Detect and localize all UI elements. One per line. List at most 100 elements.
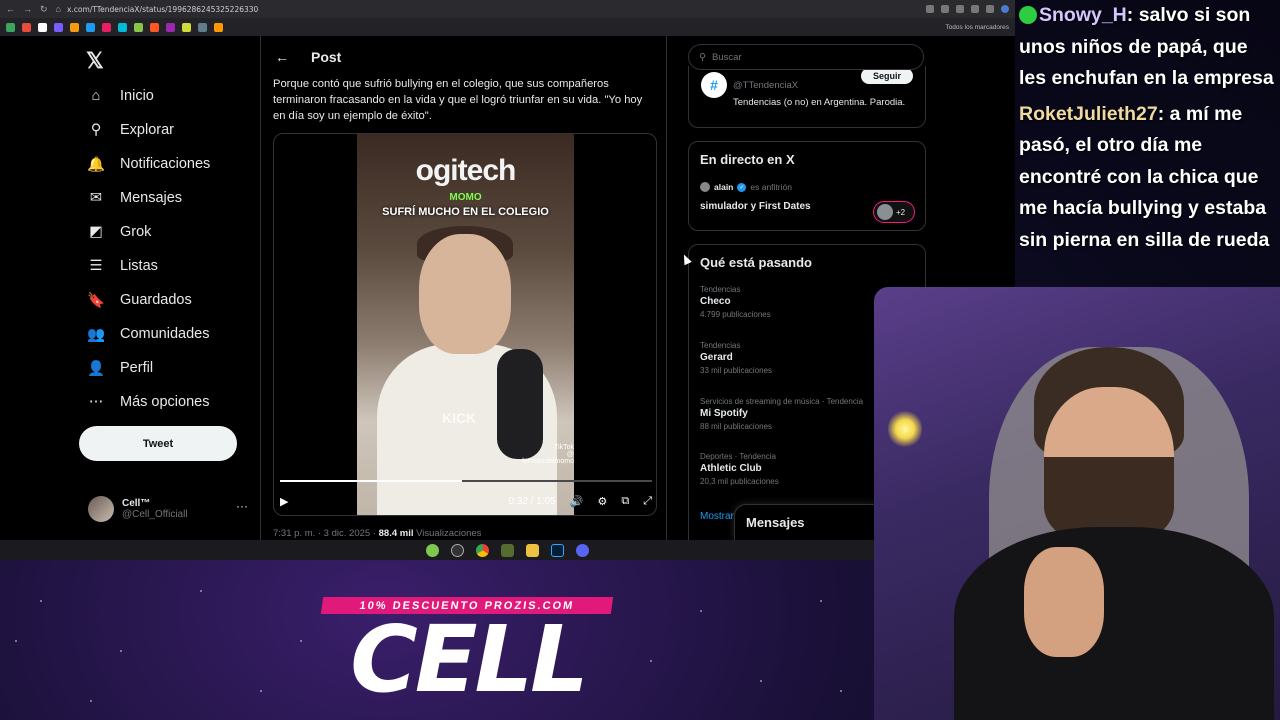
tiktok-handle: @ lomejordelmomo bbox=[522, 451, 574, 465]
address-bar[interactable]: x.com/TTendenciaX/status/199628624532522… bbox=[67, 5, 920, 14]
zoom-icon[interactable] bbox=[926, 5, 934, 13]
bookmark-icon[interactable] bbox=[22, 22, 31, 32]
host-suffix: es anfitrión bbox=[750, 182, 792, 192]
sidebar-item-bookmarks[interactable]: 🔖 Guardados bbox=[86, 285, 192, 315]
bookmark-icon[interactable] bbox=[198, 22, 207, 32]
more-icon[interactable]: ··· bbox=[236, 499, 248, 513]
back-arrow-icon[interactable]: ← bbox=[275, 49, 289, 65]
bookmark-icon[interactable] bbox=[166, 22, 175, 32]
app-icon[interactable] bbox=[501, 543, 514, 557]
star-icon[interactable] bbox=[956, 5, 964, 13]
host-name: alain bbox=[714, 182, 734, 192]
bookmark-icon[interactable] bbox=[86, 22, 95, 32]
bookmark-icon[interactable] bbox=[70, 22, 79, 32]
video-progress-fill bbox=[280, 480, 463, 482]
bookmark-icon[interactable] bbox=[118, 22, 127, 32]
trend-item[interactable]: Deportes · Tendencia Athletic Club 20,3 … bbox=[700, 452, 779, 486]
chat-message: RoketJulieth27: a mí me pasó, el otro dí… bbox=[1019, 99, 1276, 257]
sidebar-item-grok[interactable]: ◩ Grok bbox=[86, 217, 151, 247]
trend-item[interactable]: Servicios de streaming de música · Tende… bbox=[700, 397, 863, 431]
sidebar-item-profile[interactable]: 👤 Perfil bbox=[86, 353, 153, 383]
photoshop-icon[interactable] bbox=[551, 543, 564, 557]
forward-icon[interactable]: → bbox=[23, 4, 32, 15]
tiktok-watermark: TikTok @ lomejordelmomo bbox=[517, 444, 574, 465]
browser-nav: ← → ↻ ⌂ bbox=[6, 4, 61, 15]
trend-name: Athletic Club bbox=[700, 463, 762, 474]
chat-username[interactable]: RoketJulieth27 bbox=[1019, 103, 1158, 125]
reload-icon[interactable]: ↻ bbox=[40, 4, 48, 15]
bookmark-icon[interactable] bbox=[102, 22, 111, 32]
space-listeners-badge[interactable]: +2 bbox=[873, 201, 915, 223]
search-icon: ⚲ bbox=[90, 122, 102, 138]
messages-dock[interactable]: Mensajes bbox=[734, 504, 884, 540]
video-controls: ▶ 0:32 / 1:05 🔊 ⚙ ⧉ ⤢ bbox=[280, 492, 652, 510]
bookmark-icon[interactable] bbox=[6, 22, 15, 32]
logitech-sign: ogitech bbox=[415, 154, 517, 187]
chat-username[interactable]: Snowy_H bbox=[1039, 4, 1127, 26]
trend-item[interactable]: Tendencias Checo 4.799 publicaciones bbox=[700, 285, 771, 319]
video-player[interactable]: ogitech MOMO SUFRÍ MUCHO EN EL COLEGIO K… bbox=[273, 133, 657, 516]
fullscreen-icon[interactable]: ⤢ bbox=[643, 495, 652, 508]
home-icon: ⌂ bbox=[91, 88, 101, 104]
sidebar-item-label: Perfil bbox=[120, 360, 154, 376]
streamer-logo: CELL bbox=[350, 606, 589, 713]
profile-icon[interactable] bbox=[1001, 5, 1009, 13]
webcam-feed bbox=[874, 287, 1280, 720]
show-more-link[interactable]: Mostrar bbox=[700, 511, 734, 522]
app-icon[interactable] bbox=[426, 543, 439, 557]
sidebar-item-lists[interactable]: ☰ Listas bbox=[86, 251, 158, 281]
bookmark-icon[interactable] bbox=[54, 22, 63, 32]
settings-icon[interactable]: ⚙ bbox=[597, 495, 607, 508]
pip-icon[interactable]: ⧉ bbox=[621, 495, 629, 508]
video-frame: ogitech MOMO SUFRÍ MUCHO EN EL COLEGIO K… bbox=[357, 134, 574, 515]
sidebar-item-communities[interactable]: 👥 Comunidades bbox=[86, 319, 210, 349]
profile-handle[interactable]: @TTendenciaX bbox=[733, 80, 798, 91]
hashtag-avatar-icon[interactable]: # bbox=[701, 72, 727, 98]
sidebar-item-more[interactable]: ⋯ Más opciones bbox=[86, 387, 210, 417]
post-timestamp[interactable]: 7:31 p. m. · 3 dic. 2025 · bbox=[273, 528, 376, 539]
video-progress-bar[interactable] bbox=[280, 480, 652, 482]
bookmark-icon[interactable] bbox=[134, 22, 143, 32]
sidebar-item-messages[interactable]: ✉ Mensajes bbox=[86, 183, 182, 213]
sidebar-item-explore[interactable]: ⚲ Explorar bbox=[86, 115, 174, 145]
volume-icon[interactable]: 🔊 bbox=[570, 495, 584, 508]
search-input[interactable]: ⚲ Buscar bbox=[688, 44, 924, 70]
share-icon[interactable] bbox=[941, 5, 949, 13]
folder-icon[interactable] bbox=[526, 543, 539, 557]
account-switcher[interactable]: Cell™ @Cell_Officiall ··· bbox=[88, 491, 248, 527]
kick-watermark: KICK bbox=[442, 410, 477, 426]
home-icon[interactable]: ⌂ bbox=[56, 4, 61, 15]
extension-icon[interactable] bbox=[971, 5, 979, 13]
bookmark-icon[interactable] bbox=[182, 22, 191, 32]
trend-item[interactable]: Tendencias Gerard 33 mil publicaciones bbox=[700, 341, 772, 375]
sidebar-item-notifications[interactable]: 🔔 Notificaciones bbox=[86, 149, 210, 179]
play-icon[interactable]: ▶ bbox=[280, 495, 288, 508]
streamer-hand bbox=[1024, 547, 1104, 657]
chrome-icon[interactable] bbox=[476, 543, 489, 557]
bookmark-icon[interactable] bbox=[38, 22, 47, 32]
video-controls-right: 0:32 / 1:05 🔊 ⚙ ⧉ ⤢ bbox=[508, 495, 652, 508]
app-icon[interactable] bbox=[451, 543, 464, 557]
avatar bbox=[88, 496, 114, 522]
sidebar-item-label: Guardados bbox=[120, 292, 192, 308]
sidebar-item-home[interactable]: ⌂ Inicio bbox=[86, 81, 154, 111]
app-icon[interactable] bbox=[576, 543, 589, 557]
follow-button[interactable]: Seguir bbox=[861, 68, 913, 84]
microphone-icon bbox=[497, 349, 543, 459]
space-title[interactable]: simulador y First Dates bbox=[700, 201, 811, 212]
bookmark-icon[interactable] bbox=[150, 22, 159, 32]
tweet-button[interactable]: Tweet bbox=[79, 426, 237, 461]
space-host[interactable]: alain ✓ es anfitrión bbox=[700, 182, 792, 192]
trend-name: Checo bbox=[700, 296, 731, 307]
extension-icon[interactable] bbox=[986, 5, 994, 13]
back-icon[interactable]: ← bbox=[6, 4, 15, 15]
search-placeholder: Buscar bbox=[711, 51, 742, 63]
profile-icon: 👤 bbox=[86, 360, 106, 377]
all-bookmarks-label[interactable]: Todos los marcadores bbox=[945, 24, 1009, 31]
x-logo-icon[interactable]: 𝕏 bbox=[86, 48, 104, 74]
sidebar-item-label: Notificaciones bbox=[120, 156, 211, 172]
bookmark-icon[interactable] bbox=[214, 22, 223, 32]
browser-toolbar: ← → ↻ ⌂ x.com/TTendenciaX/status/1996286… bbox=[0, 0, 1015, 18]
stream-chat: Snowy_H: salvo si son unos niños de papá… bbox=[1015, 0, 1280, 285]
video-caption: SUFRÍ MUCHO EN EL COLEGIO bbox=[382, 206, 549, 218]
